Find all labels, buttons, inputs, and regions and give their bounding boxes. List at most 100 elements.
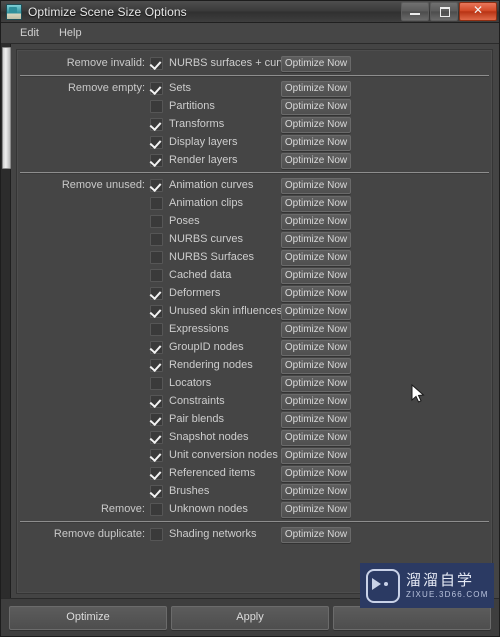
- apply-button[interactable]: Apply: [171, 605, 329, 630]
- checkbox-animation-curves[interactable]: [150, 178, 163, 192]
- vertical-scrollbar[interactable]: [1, 44, 11, 598]
- optimize-now-button[interactable]: Optimize Now: [281, 484, 351, 500]
- section-separator: [20, 75, 489, 76]
- checkbox-animation-clips[interactable]: [150, 196, 163, 210]
- window-controls: ✕: [400, 2, 497, 21]
- optimize-now-button[interactable]: Optimize Now: [281, 196, 351, 212]
- close-dialog-button[interactable]: [333, 605, 491, 630]
- optimize-now-button[interactable]: Optimize Now: [281, 178, 351, 194]
- checkbox-sets[interactable]: [150, 81, 163, 95]
- optimize-now-button[interactable]: Optimize Now: [281, 502, 351, 518]
- option-group-label: Remove invalid:: [66, 57, 145, 69]
- option-row: Expressions Optimize Now: [17, 320, 492, 338]
- section-separator: [20, 172, 489, 173]
- checkbox-snapshot-nodes[interactable]: [150, 430, 163, 444]
- menu-bar: Edit Help: [1, 23, 499, 44]
- optimize-now-button[interactable]: Optimize Now: [281, 322, 351, 338]
- option-row: Cached data Optimize Now: [17, 266, 492, 284]
- menu-item-help[interactable]: Help: [50, 25, 91, 41]
- checkbox-transforms[interactable]: [150, 117, 163, 131]
- checkbox-poses[interactable]: [150, 214, 163, 228]
- optimize-now-button[interactable]: Optimize Now: [281, 527, 351, 543]
- maximize-button[interactable]: [430, 2, 458, 21]
- watermark-text: 溜溜自学 ZIXUE.3D66.COM: [406, 570, 489, 600]
- optimize-now-button[interactable]: Optimize Now: [281, 340, 351, 356]
- optimize-now-button[interactable]: Optimize Now: [281, 304, 351, 320]
- option-row: GroupID nodes Optimize Now: [17, 338, 492, 356]
- close-icon: ✕: [472, 3, 484, 17]
- checkbox-rendering-nodes[interactable]: [150, 358, 163, 372]
- scrollbar-thumb[interactable]: [2, 47, 11, 169]
- optimize-now-button[interactable]: Optimize Now: [281, 99, 351, 115]
- option-row: Pair blends Optimize Now: [17, 410, 492, 428]
- checkbox-expressions[interactable]: [150, 322, 163, 336]
- title-bar[interactable]: Optimize Scene Size Options ✕: [1, 1, 499, 23]
- checkbox-groupid-nodes[interactable]: [150, 340, 163, 354]
- checkbox-unit-conversion-nodes[interactable]: [150, 448, 163, 462]
- options-panel: Remove invalid: NURBS surfaces + curves Op…: [16, 49, 493, 594]
- checkbox-cached-data[interactable]: [150, 268, 163, 282]
- checkbox-unknown-nodes[interactable]: [150, 502, 163, 516]
- watermark-cn: 溜溜自学: [406, 570, 475, 589]
- optimize-now-button[interactable]: Optimize Now: [281, 376, 351, 392]
- optimize-now-button[interactable]: Optimize Now: [281, 286, 351, 302]
- optimize-now-button[interactable]: Optimize Now: [281, 214, 351, 230]
- checkbox-shading-networks[interactable]: [150, 527, 163, 541]
- checkbox-deformers[interactable]: [150, 286, 163, 300]
- option-row: Render layers Optimize Now: [17, 151, 492, 169]
- option-row: Display layers Optimize Now: [17, 133, 492, 151]
- optimize-now-button[interactable]: Optimize Now: [281, 56, 351, 72]
- watermark-en: ZIXUE.3D66.COM: [406, 589, 489, 599]
- option-row: Unit conversion nodes Optimize Now: [17, 446, 492, 464]
- minimize-icon: [410, 13, 420, 15]
- optimize-now-button[interactable]: Optimize Now: [281, 117, 351, 133]
- checkbox-nurbs-surfaces-curves[interactable]: [150, 56, 163, 70]
- checkbox-brushes[interactable]: [150, 484, 163, 498]
- option-row: Animation clips Optimize Now: [17, 194, 492, 212]
- checkbox-render-layers[interactable]: [150, 153, 163, 167]
- option-row: Remove: Unknown nodes Optimize Now: [17, 500, 492, 518]
- option-row: Remove empty: Sets Optimize Now: [17, 79, 492, 97]
- option-row: Brushes Optimize Now: [17, 482, 492, 500]
- optimize-now-button[interactable]: Optimize Now: [281, 358, 351, 374]
- watermark: 溜溜自学 ZIXUE.3D66.COM: [360, 563, 494, 608]
- option-row: Rendering nodes Optimize Now: [17, 356, 492, 374]
- minimize-button[interactable]: [401, 2, 429, 21]
- option-row: Partitions Optimize Now: [17, 97, 492, 115]
- checkbox-constraints[interactable]: [150, 394, 163, 408]
- optimize-now-button[interactable]: Optimize Now: [281, 135, 351, 151]
- option-group-label: Remove duplicate:: [53, 528, 145, 540]
- option-row: Unused skin influences Optimize Now: [17, 302, 492, 320]
- option-row: Snapshot nodes Optimize Now: [17, 428, 492, 446]
- checkbox-display-layers[interactable]: [150, 135, 163, 149]
- menu-item-edit[interactable]: Edit: [11, 25, 48, 41]
- optimize-now-button[interactable]: Optimize Now: [281, 412, 351, 428]
- checkbox-referenced-items[interactable]: [150, 466, 163, 480]
- checkbox-locators[interactable]: [150, 376, 163, 390]
- maximize-icon: [440, 7, 450, 17]
- option-group-label: Remove unused:: [61, 179, 145, 191]
- play-logo-icon: [366, 568, 400, 603]
- optimize-now-button[interactable]: Optimize Now: [281, 81, 351, 97]
- option-row: NURBS curves Optimize Now: [17, 230, 492, 248]
- checkbox-nurbs-curves[interactable]: [150, 232, 163, 246]
- optimize-scene-size-options-window: Optimize Scene Size Options ✕ Edit Help …: [0, 0, 500, 637]
- optimize-now-button[interactable]: Optimize Now: [281, 250, 351, 266]
- optimize-now-button[interactable]: Optimize Now: [281, 448, 351, 464]
- optimize-now-button[interactable]: Optimize Now: [281, 466, 351, 482]
- option-row: Referenced items Optimize Now: [17, 464, 492, 482]
- checkbox-partitions[interactable]: [150, 99, 163, 113]
- optimize-now-button[interactable]: Optimize Now: [281, 394, 351, 410]
- close-button[interactable]: ✕: [459, 2, 497, 21]
- optimize-now-button[interactable]: Optimize Now: [281, 430, 351, 446]
- maya-app-icon: [6, 3, 22, 20]
- optimize-now-button[interactable]: Optimize Now: [281, 232, 351, 248]
- optimize-button[interactable]: Optimize: [9, 605, 167, 630]
- checkbox-unused-skin-influences[interactable]: [150, 304, 163, 318]
- optimize-now-button[interactable]: Optimize Now: [281, 268, 351, 284]
- checkbox-pair-blends[interactable]: [150, 412, 163, 426]
- checkbox-nurbs-surfaces[interactable]: [150, 250, 163, 264]
- option-row: Poses Optimize Now: [17, 212, 492, 230]
- optimize-now-button[interactable]: Optimize Now: [281, 153, 351, 169]
- option-group-label: Remove:: [100, 503, 145, 515]
